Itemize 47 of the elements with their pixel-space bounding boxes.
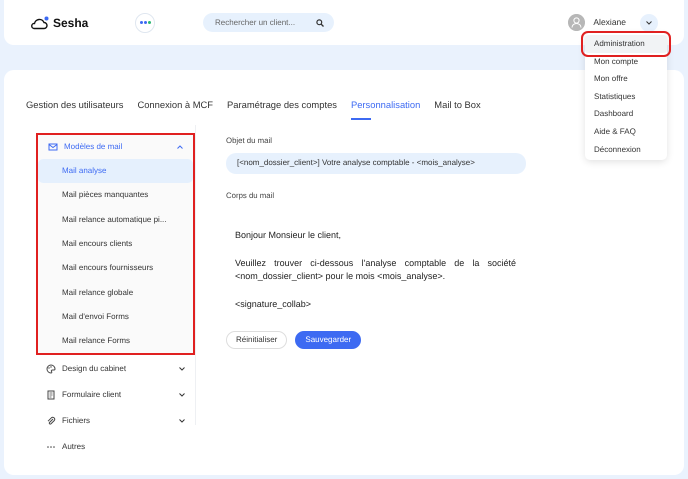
sidebar-item[interactable]: Fichiers: [36, 409, 195, 434]
sidebar-subitem[interactable]: Mail d'envoi Forms: [38, 304, 193, 330]
menu-item[interactable]: Aide & FAQ: [588, 122, 664, 141]
sidebar-item[interactable]: Formulaire client: [36, 383, 195, 408]
reset-button[interactable]: Réinitialiser: [226, 331, 288, 350]
subject-field[interactable]: [<nom_dossier_client>] Votre analyse comptable - <mois_analyse>: [226, 152, 526, 174]
menu-item[interactable]: Mon compte: [588, 52, 664, 70]
menu-item[interactable]: Administration: [585, 35, 667, 53]
logo-text: Sesha: [53, 14, 88, 32]
mail-icon: [48, 142, 58, 152]
sidebar-subitem[interactable]: Mail relance automatique pi...: [38, 208, 193, 232]
sidebar-subitem[interactable]: Mail relance globale: [38, 280, 193, 305]
chevron-down-icon: [179, 393, 185, 398]
chevron-down-icon: [179, 419, 185, 424]
paperclip-icon: [46, 416, 56, 426]
paragraph: <signature_collab>: [235, 298, 312, 311]
tab[interactable]: Personnalisation: [350, 98, 420, 122]
tab[interactable]: Connexion à MCF: [137, 98, 214, 122]
menu-item[interactable]: Dashboard: [588, 105, 664, 123]
paragraph: Veuillez trouver ci-dessous l’analyse comptable de la société <nom_dossier_client> pour le mois <mois_analyse>.: [235, 256, 516, 284]
sidebar-subitem[interactable]: Mail encours clients: [38, 232, 193, 256]
search-field[interactable]: Rechercher un client...: [203, 13, 334, 32]
menu-item[interactable]: Mon offre: [588, 70, 664, 88]
cloud-logo-icon: [30, 16, 49, 30]
paragraph: Bonjour Monsieur le client,: [235, 229, 342, 242]
sidebar-item[interactable]: Design du cabinet: [36, 357, 195, 382]
form-icon: [46, 390, 56, 400]
sidebar-item[interactable]: Modèles de mail: [38, 135, 193, 160]
apps-button[interactable]: [135, 12, 155, 32]
palette-icon: [46, 364, 56, 374]
sidebar-subitem[interactable]: Mail pièces manquantes: [38, 183, 193, 208]
menu-item[interactable]: Statistiques: [588, 88, 664, 106]
tab[interactable]: Mail to Box: [434, 98, 481, 122]
search-icon: [316, 18, 324, 26]
save-button[interactable]: Sauvegarder: [295, 331, 362, 350]
chevron-up-icon: [177, 145, 183, 150]
sidebar-subitem[interactable]: Mail relance Forms: [38, 329, 193, 354]
user-menu-button[interactable]: [640, 14, 658, 32]
chevron-down-icon: [646, 20, 652, 24]
sidebar-subitem[interactable]: Mail analyse: [38, 159, 193, 184]
tab[interactable]: Paramétrage des comptes: [227, 98, 337, 122]
user-name: Alexiane: [593, 16, 626, 29]
sidebar-subitem[interactable]: Mail encours fournisseurs: [38, 256, 193, 281]
chevron-down-icon: [179, 367, 185, 372]
tab[interactable]: Gestion des utilisateurs: [26, 98, 124, 122]
sidebar-item[interactable]: Autres: [36, 435, 195, 460]
menu-item[interactable]: Déconnexion: [588, 140, 664, 158]
